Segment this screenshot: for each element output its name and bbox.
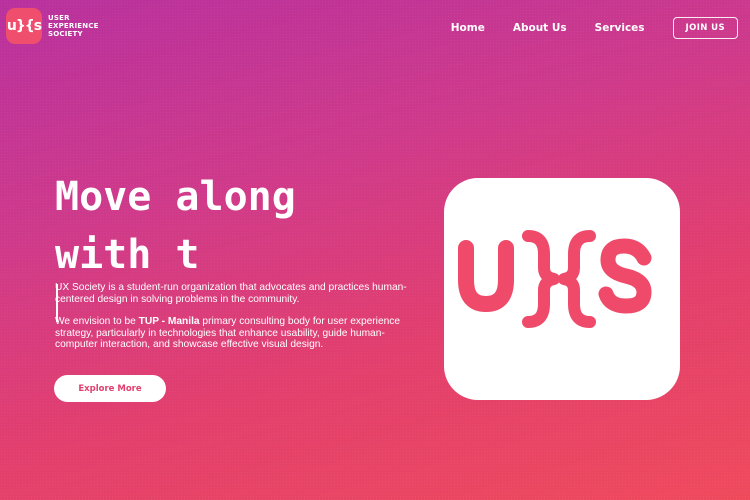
hero-logo bbox=[444, 178, 680, 400]
brand-name-line-3: SOCIETY bbox=[48, 30, 83, 38]
hero-title-line-1: Move along bbox=[55, 174, 296, 220]
vision-prefix: We envision to be bbox=[55, 316, 139, 328]
vision-highlight: TUP - Manila bbox=[138, 316, 200, 328]
about-paragraph: UX Society is a student-run organization… bbox=[55, 282, 407, 305]
nav-services[interactable]: Services bbox=[595, 22, 645, 34]
uxs-logo-icon bbox=[458, 230, 652, 328]
brand-name-line-2: EXPERIENCE bbox=[48, 22, 99, 30]
brand-name-line-1: USER bbox=[48, 14, 70, 22]
explore-more-button[interactable]: Explore More bbox=[54, 375, 166, 402]
join-us-button[interactable]: JOIN US bbox=[672, 17, 738, 39]
vision-paragraph: We envision to be TUP - Manila primary c… bbox=[55, 316, 415, 351]
hero-title-line-2-text: with t bbox=[55, 232, 200, 278]
hero-description: UX Society is a student-run organization… bbox=[55, 282, 415, 362]
uxs-logo-icon: u}{s bbox=[6, 8, 42, 44]
brand-logo[interactable]: u}{s USER EXPERIENCE SOCIETY bbox=[6, 8, 99, 44]
nav-home[interactable]: Home bbox=[451, 22, 485, 34]
main-nav: Home About Us Services JOIN US bbox=[451, 17, 738, 39]
nav-about-us[interactable]: About Us bbox=[513, 22, 567, 34]
brand-name: USER EXPERIENCE SOCIETY bbox=[48, 14, 99, 38]
